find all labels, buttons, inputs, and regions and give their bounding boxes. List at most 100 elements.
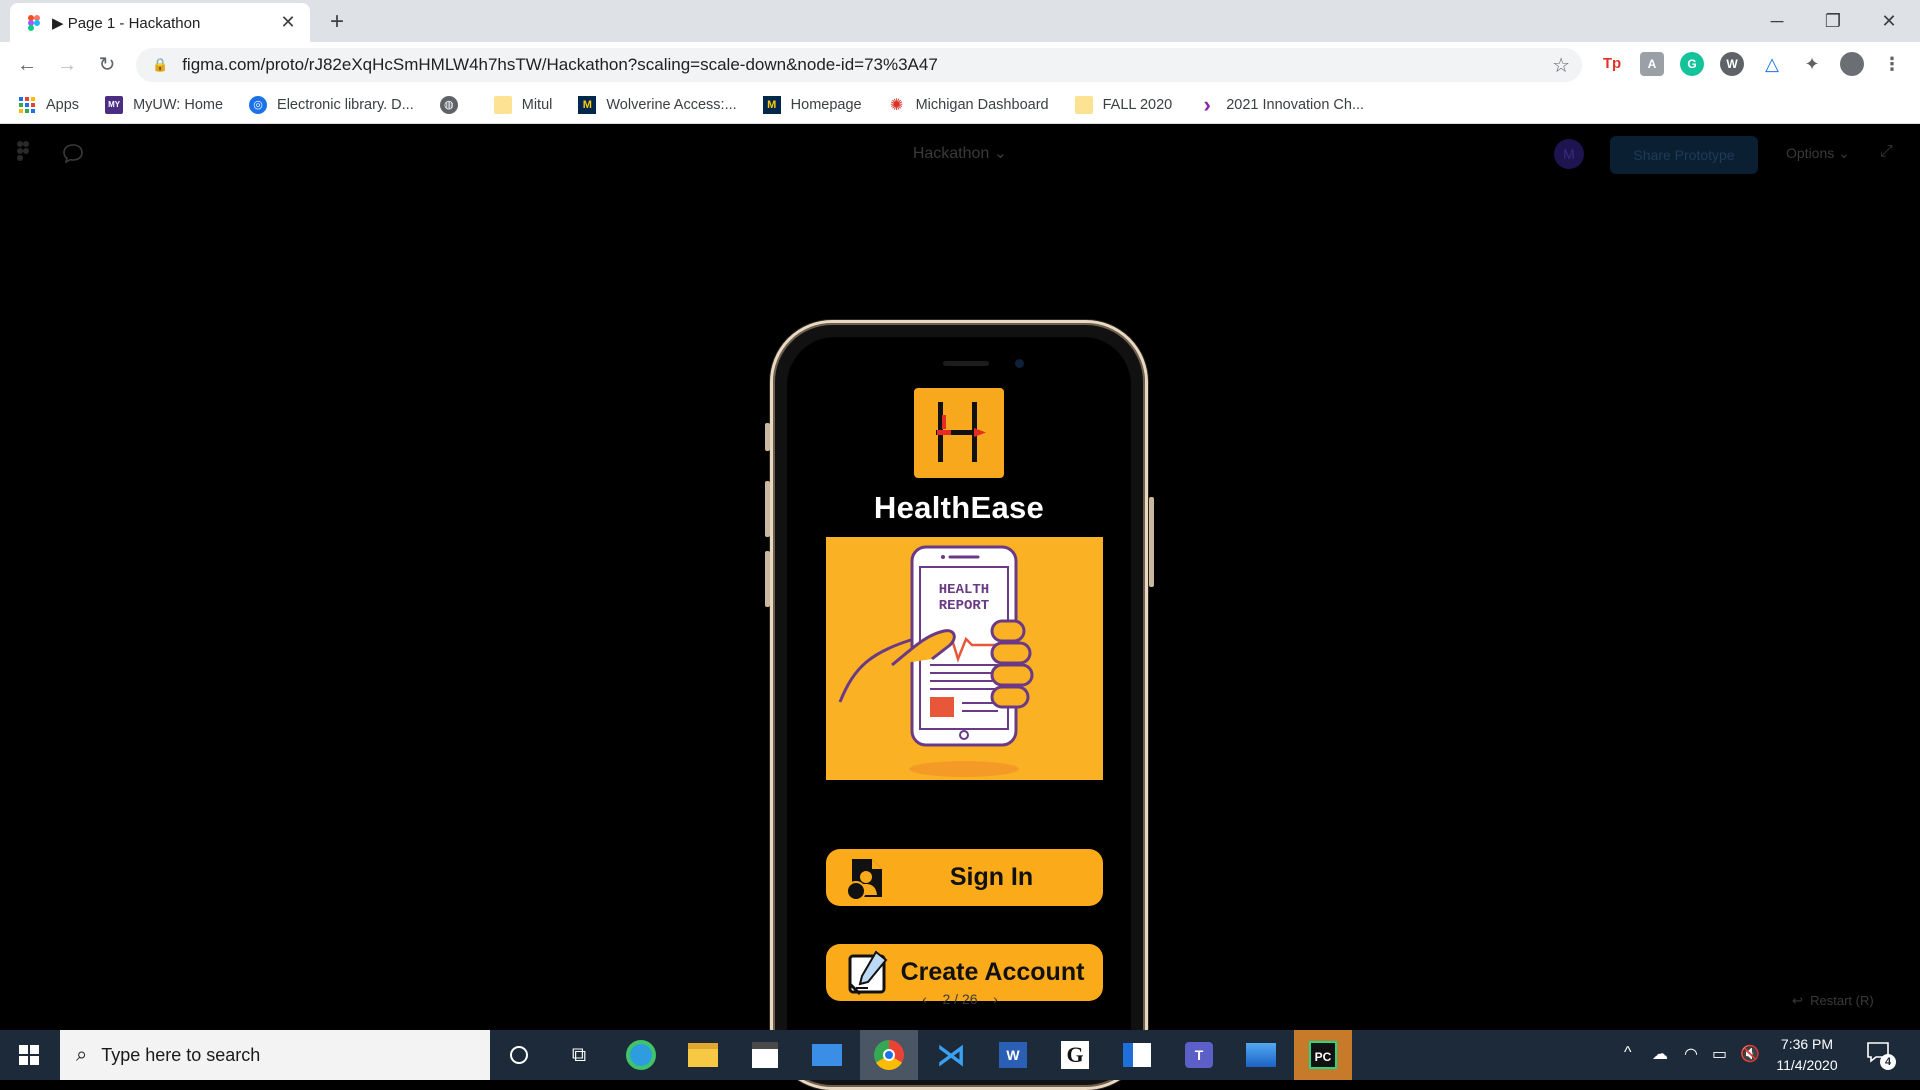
address-bar[interactable]: 🔒 figma.com/proto/rJ82eXqHcSmHMLW4h7hsTW… [136,48,1582,82]
bookmark-label: Apps [46,96,80,113]
hero-text-line1: HEALTH [939,582,989,598]
browser-tab[interactable]: ▶ Page 1 - Hackathon ✕ [10,3,310,42]
back-button[interactable]: ← [12,50,42,80]
app-logo [914,388,1004,478]
file-explorer-icon[interactable] [674,1030,732,1080]
previous-frame-icon[interactable]: ‹ [922,991,927,1007]
reload-button[interactable]: ↻ [92,50,122,80]
search-icon: ⌕ [76,1043,88,1066]
bookmark-michigan-dashboard[interactable]: ✺ Michigan Dashboard [888,96,1049,114]
folder-icon [1074,95,1093,114]
show-hidden-icons-icon[interactable]: ^ [1624,1044,1632,1062]
app-name: HealthEase [873,490,1045,525]
tab-strip: ▶ Page 1 - Hackathon ✕ + ─ ❐ ✕ [0,0,1920,42]
task-view-icon[interactable]: ⧉ [550,1030,608,1080]
forward-button[interactable]: → [52,50,82,80]
dashboard-icon: ✺ [889,96,904,114]
bookmark-label: MyUW: Home [133,96,224,113]
bookmark-label: Wolverine Access:... [606,96,737,113]
file-title-text: Hackathon [912,145,990,162]
volume-muted-icon[interactable]: 🔇 [1740,1044,1760,1064]
profile-avatar[interactable] [1840,52,1864,76]
apps-grid-icon [18,96,36,114]
create-account-label: Create Account [900,958,1085,986]
bookmark-fall-2020[interactable]: FALL 2020 [1074,95,1172,114]
system-clock[interactable]: 7:36 PM 11/4/2020 [1772,1034,1842,1076]
clock-date: 11/4/2020 [1776,1057,1838,1073]
options-label: Options [1786,145,1835,161]
close-window-button[interactable]: ✕ [1866,6,1912,36]
drive-extension-icon[interactable]: △ [1760,52,1784,76]
close-tab-icon[interactable]: ✕ [278,12,298,33]
notification-center-icon[interactable]: 4 [1866,1040,1896,1070]
new-tab-button[interactable]: + [322,8,352,38]
taskbar-search[interactable]: ⌕ Type here to search [60,1030,490,1080]
phone-volume-up [765,481,770,537]
page-indicator: 2 / 26 [942,991,978,1007]
edge-icon[interactable] [612,1030,670,1080]
globe-icon: ◎ [249,95,268,114]
chevron-purple-icon: › [1203,91,1211,117]
phone-power-button [1149,497,1154,587]
bookmark-apps[interactable]: Apps [18,96,79,114]
extensions-puzzle-icon[interactable]: ✦ [1800,52,1824,76]
phone-camera [1015,359,1024,368]
battery-icon[interactable]: ▭ [1712,1044,1727,1064]
browser-toolbar: ← → ↻ 🔒 figma.com/proto/rJ82eXqHcSmHMLW4… [0,42,1920,86]
bookmark-label: Mitul [521,96,553,113]
bookmark-mitul[interactable]: Mitul [493,95,553,114]
w-extension-icon[interactable]: W [1720,52,1744,76]
start-button[interactable] [0,1030,58,1080]
hero-text-line2: REPORT [939,598,989,614]
bookmark-homepage[interactable]: M Homepage [762,95,862,114]
share-prototype-button[interactable]: Share Prototype [1610,136,1758,174]
phone-volume-down [765,551,770,607]
cortana-icon[interactable] [490,1030,548,1080]
bookmark-wolverine-access[interactable]: M Wolverine Access:... [578,95,737,114]
figma-prototype-viewer: Hackathon ⌄ M Share Prototype Options ⌄ … [0,125,1920,1090]
wifi-icon[interactable]: ◠ [1684,1044,1698,1064]
restore-button[interactable]: ❐ [1810,6,1856,36]
phone-frame: HealthEase HEALTH REPORT Sign In Create … [765,320,1154,1090]
restart-button[interactable]: ↩ Restart (R) [1792,993,1874,1009]
bookmark-globe[interactable]: ◍ [439,95,468,114]
pycharm-icon[interactable]: PC [1294,1030,1352,1080]
microsoft-store-icon[interactable] [736,1030,794,1080]
grammarly-icon[interactable]: G [1680,52,1704,76]
chrome-taskbar-icon[interactable] [860,1030,918,1080]
michigan-m-icon: M [762,95,781,114]
photos-icon[interactable] [1232,1030,1290,1080]
options-menu[interactable]: Options ⌄ [1786,145,1850,162]
bookmark-electronic-library[interactable]: ◎ Electronic library. D... [249,95,414,114]
windows-taskbar: ⌕ Type here to search ⧉ ⋊ W G T PC ^ ☁ ◠… [0,1030,1920,1080]
sign-in-button[interactable]: Sign In [826,849,1103,906]
user-badge-icon [842,854,890,902]
tp-extension-icon[interactable]: Tp [1600,52,1624,76]
onedrive-icon[interactable]: ☁ [1652,1044,1668,1064]
folder-icon [493,95,512,114]
tab-title: ▶ Page 1 - Hackathon [52,14,201,32]
restart-label: Restart (R) [1810,993,1874,1008]
menu-kebab-icon[interactable]: ⋮ [1880,52,1904,76]
grammarly-desktop-icon[interactable]: G [1046,1030,1104,1080]
bookmark-myuw[interactable]: MY MyUW: Home [105,95,224,114]
phone-speaker [943,361,989,366]
globe-dark-icon: ◍ [439,95,458,114]
mail-icon[interactable] [798,1030,856,1080]
collaborator-avatar[interactable]: M [1554,139,1584,169]
window-app-icon[interactable] [1108,1030,1166,1080]
frame-pager: ‹ 2 / 26 › [0,991,1920,1007]
extension-grey-icon[interactable]: A [1640,52,1664,76]
fullscreen-icon[interactable]: ⤢ [1880,143,1893,161]
bookmark-star-icon[interactable]: ☆ [1552,53,1570,78]
windows-logo-icon [19,1045,39,1065]
phone-mute-switch [765,423,770,451]
figma-icon [28,14,40,31]
vscode-icon[interactable]: ⋊ [922,1030,980,1080]
next-frame-icon[interactable]: › [993,991,998,1007]
myuw-icon: MY [105,95,124,114]
minimize-button[interactable]: ─ [1754,6,1800,36]
teams-icon[interactable]: T [1170,1030,1228,1080]
word-icon[interactable]: W [984,1030,1042,1080]
bookmark-innovation-challenge[interactable]: › 2021 Innovation Ch... [1198,91,1365,117]
